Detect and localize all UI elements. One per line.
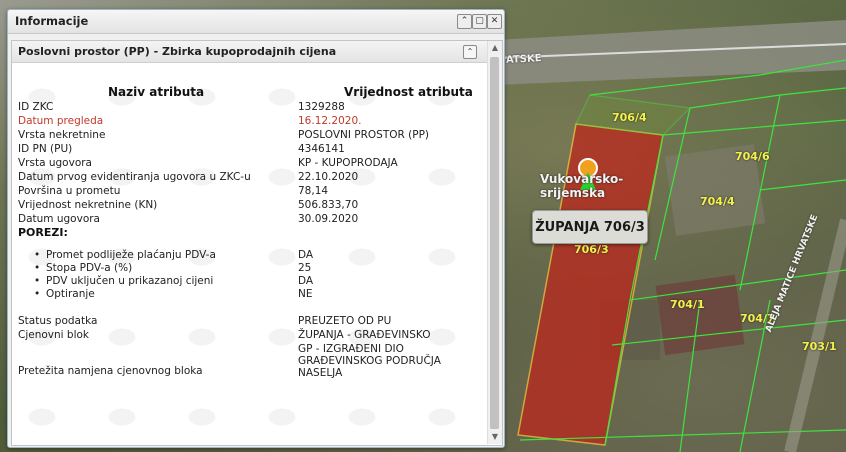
subpanel-collapse-button[interactable]: ⌃ [463, 45, 477, 59]
attributes-table: Naziv atributa Vrijednost atributa ID ZK… [12, 63, 486, 444]
chevron-up-icon: ⌃ [466, 47, 474, 56]
collapse-button[interactable]: ⌃ [457, 14, 472, 29]
parcel-label-706-3: 706/3 [574, 243, 609, 256]
scrollbar-thumb[interactable] [490, 57, 499, 429]
panel-title: Informacije [15, 14, 89, 28]
scroll-down-icon[interactable]: ▼ [488, 430, 502, 444]
info-panel: Informacije ⌃ ▢ ✕ Poslovni prostor (PP) … [7, 9, 505, 448]
parcel-tooltip: ŽUPANJA 706/3 [532, 210, 648, 244]
purpose-value: GP - IZGRAĐENI DIO GRAĐEVINSKOG PODRUČJA… [298, 343, 441, 379]
parcel-label-703-1: 703/1 [802, 340, 837, 353]
column-header-name: Naziv atributa [108, 85, 205, 99]
tooltip-text: ŽUPANJA 706/3 [535, 219, 645, 235]
street-label: ATSKE [505, 53, 542, 66]
scroll-up-icon[interactable]: ▲ [488, 41, 502, 55]
taxes-heading: POREZI: [18, 226, 68, 239]
attributes-subpanel: Poslovni prostor (PP) - Zbirka kupoproda… [11, 40, 503, 446]
subpanel-title: Poslovni prostor (PP) - Zbirka kupoproda… [18, 45, 337, 58]
parcel-label-704-4: 704/4 [700, 195, 735, 208]
maximize-button[interactable]: ▢ [472, 14, 487, 29]
close-button[interactable]: ✕ [487, 14, 502, 29]
vertical-scrollbar[interactable]: ▲ ▼ [487, 41, 502, 444]
subpanel-header[interactable]: Poslovni prostor (PP) - Zbirka kupoproda… [12, 41, 502, 63]
column-header-value: Vrijednost atributa [344, 85, 473, 99]
marker-label: Vukovarsko-srijemska [540, 172, 624, 200]
parcel-label-706-4: 706/4 [612, 111, 647, 124]
panel-titlebar[interactable]: Informacije ⌃ ▢ ✕ [8, 10, 504, 34]
parcel-label-704-1: 704/1 [670, 298, 705, 311]
parcel-label-704-6: 704/6 [735, 150, 770, 163]
